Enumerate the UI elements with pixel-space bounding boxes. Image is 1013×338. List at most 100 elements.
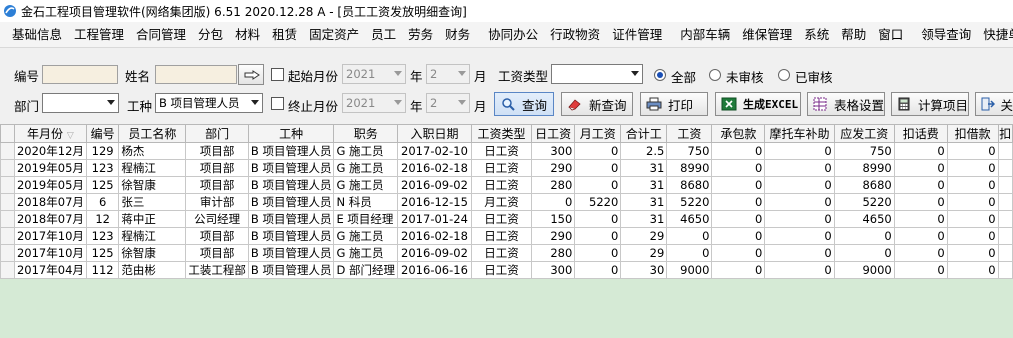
wage-type-cell[interactable]: 日工资: [470, 227, 533, 245]
contract-payment-cell[interactable]: 0: [711, 159, 766, 177]
year-month-cell[interactable]: 2018年07月: [13, 193, 87, 211]
wage-cell[interactable]: 0: [666, 227, 713, 245]
wage-cell[interactable]: 8990: [666, 159, 713, 177]
position-cell[interactable]: G 施工员: [333, 159, 398, 177]
monthly-wage-cell[interactable]: 0: [574, 244, 622, 262]
gross-pay-cell[interactable]: 0: [833, 244, 895, 262]
menu-window[interactable]: 窗口: [872, 24, 909, 46]
start-year-select[interactable]: 2021: [342, 64, 406, 84]
contract-payment-cell[interactable]: 0: [711, 142, 766, 160]
hire-date-cell[interactable]: 2017-01-24: [396, 210, 472, 228]
column-header[interactable]: 扣话费: [893, 124, 948, 143]
motorcycle-allowance-cell[interactable]: 0: [764, 244, 835, 262]
table-cell[interactable]: [997, 210, 1013, 228]
position-cell[interactable]: G 施工员: [333, 176, 398, 194]
review-unreviewed-radio[interactable]: [709, 69, 721, 81]
menu-contract-mgmt[interactable]: 合同管理: [130, 24, 192, 46]
monthly-wage-cell[interactable]: 5220: [574, 193, 622, 211]
worktype-cell[interactable]: B 项目管理人员: [247, 159, 335, 177]
phone-deduction-cell[interactable]: 0: [893, 261, 948, 279]
menu-fixed-assets[interactable]: 固定资产: [303, 24, 365, 46]
total-days-cell[interactable]: 31: [620, 176, 668, 194]
table-cell[interactable]: [997, 261, 1013, 279]
column-header[interactable]: 承包款: [711, 124, 766, 143]
wage-type-cell[interactable]: 月工资: [470, 193, 533, 211]
worktype-cell[interactable]: B 项目管理人员: [247, 210, 335, 228]
employee-id-cell[interactable]: 112: [85, 261, 120, 279]
wage-cell[interactable]: 5220: [666, 193, 713, 211]
menu-finance[interactable]: 财务: [439, 24, 476, 46]
year-month-cell[interactable]: 2017年04月: [13, 261, 87, 279]
phone-deduction-cell[interactable]: 0: [893, 193, 948, 211]
column-header[interactable]: 部门: [185, 124, 249, 143]
monthly-wage-cell[interactable]: 0: [574, 142, 622, 160]
wage-type-cell[interactable]: 日工资: [470, 142, 533, 160]
department-cell[interactable]: 项目部: [185, 176, 249, 194]
loan-deduction-cell[interactable]: 0: [946, 227, 999, 245]
table-row[interactable]: 2017年10月 125 徐智康 项目部 B 项目管理人员 G 施工员 2016-09-02…: [0, 244, 1013, 262]
row-indicator[interactable]: [0, 244, 15, 262]
phone-deduction-cell[interactable]: 0: [893, 176, 948, 194]
table-cell[interactable]: [997, 244, 1013, 262]
column-header[interactable]: 月工资: [574, 124, 622, 143]
hire-date-cell[interactable]: 2017-02-10: [396, 142, 472, 160]
total-days-cell[interactable]: 2.5: [620, 142, 668, 160]
motorcycle-allowance-cell[interactable]: 0: [764, 142, 835, 160]
employee-id-cell[interactable]: 125: [85, 176, 120, 194]
column-header[interactable]: 扣: [997, 124, 1013, 143]
year-month-cell[interactable]: 2017年10月: [13, 227, 87, 245]
monthly-wage-cell[interactable]: 0: [574, 227, 622, 245]
worktype-cell[interactable]: B 项目管理人员: [247, 193, 335, 211]
year-month-cell[interactable]: 2020年12月: [13, 142, 87, 160]
worktype-cell[interactable]: B 项目管理人员: [247, 261, 335, 279]
daily-wage-cell[interactable]: 300: [531, 142, 576, 160]
column-header[interactable]: 入职日期: [396, 124, 472, 143]
wage-type-cell[interactable]: 日工资: [470, 244, 533, 262]
phone-deduction-cell[interactable]: 0: [893, 159, 948, 177]
employee-name-input[interactable]: [155, 65, 237, 84]
contract-payment-cell[interactable]: 0: [711, 176, 766, 194]
worktype-cell[interactable]: B 项目管理人员: [247, 176, 335, 194]
menu-labor[interactable]: 劳务: [402, 24, 439, 46]
menu-leader-query[interactable]: 领导查询: [915, 24, 977, 46]
column-header[interactable]: 合计工: [620, 124, 668, 143]
daily-wage-cell[interactable]: 150: [531, 210, 576, 228]
year-month-cell[interactable]: 2019年05月: [13, 176, 87, 194]
employee-id-cell[interactable]: 12: [85, 210, 120, 228]
column-header[interactable]: 职务: [333, 124, 398, 143]
employee-name-cell[interactable]: 徐智康: [118, 176, 187, 194]
department-select[interactable]: [42, 93, 119, 113]
worktype-cell[interactable]: B 项目管理人员: [247, 142, 335, 160]
row-indicator[interactable]: [0, 227, 15, 245]
menu-certificates[interactable]: 证件管理: [606, 24, 668, 46]
employee-name-cell[interactable]: 程楠江: [118, 227, 187, 245]
row-indicator[interactable]: [0, 159, 15, 177]
motorcycle-allowance-cell[interactable]: 0: [764, 261, 835, 279]
position-cell[interactable]: N 科员: [333, 193, 398, 211]
wage-cell[interactable]: 4650: [666, 210, 713, 228]
position-cell[interactable]: G 施工员: [333, 244, 398, 262]
employee-id-cell[interactable]: 123: [85, 159, 120, 177]
column-header[interactable]: 应发工资: [833, 124, 895, 143]
gross-pay-cell[interactable]: 8680: [833, 176, 895, 194]
loan-deduction-cell[interactable]: 0: [946, 142, 999, 160]
hire-date-cell[interactable]: 2016-02-18: [396, 227, 472, 245]
total-days-cell[interactable]: 31: [620, 159, 668, 177]
table-settings-button[interactable]: 表格设置: [807, 92, 885, 116]
gross-pay-cell[interactable]: 8990: [833, 159, 895, 177]
monthly-wage-cell[interactable]: 0: [574, 210, 622, 228]
table-cell[interactable]: [997, 193, 1013, 211]
loan-deduction-cell[interactable]: 0: [946, 159, 999, 177]
contract-payment-cell[interactable]: 0: [711, 261, 766, 279]
table-cell[interactable]: [997, 159, 1013, 177]
phone-deduction-cell[interactable]: 0: [893, 244, 948, 262]
employee-id-cell[interactable]: 129: [85, 142, 120, 160]
total-days-cell[interactable]: 30: [620, 261, 668, 279]
query-button[interactable]: 查询: [494, 92, 554, 116]
menu-help[interactable]: 帮助: [835, 24, 872, 46]
gross-pay-cell[interactable]: 4650: [833, 210, 895, 228]
wage-type-select[interactable]: [551, 64, 643, 84]
motorcycle-allowance-cell[interactable]: 0: [764, 193, 835, 211]
daily-wage-cell[interactable]: 280: [531, 244, 576, 262]
table-cell[interactable]: [997, 227, 1013, 245]
